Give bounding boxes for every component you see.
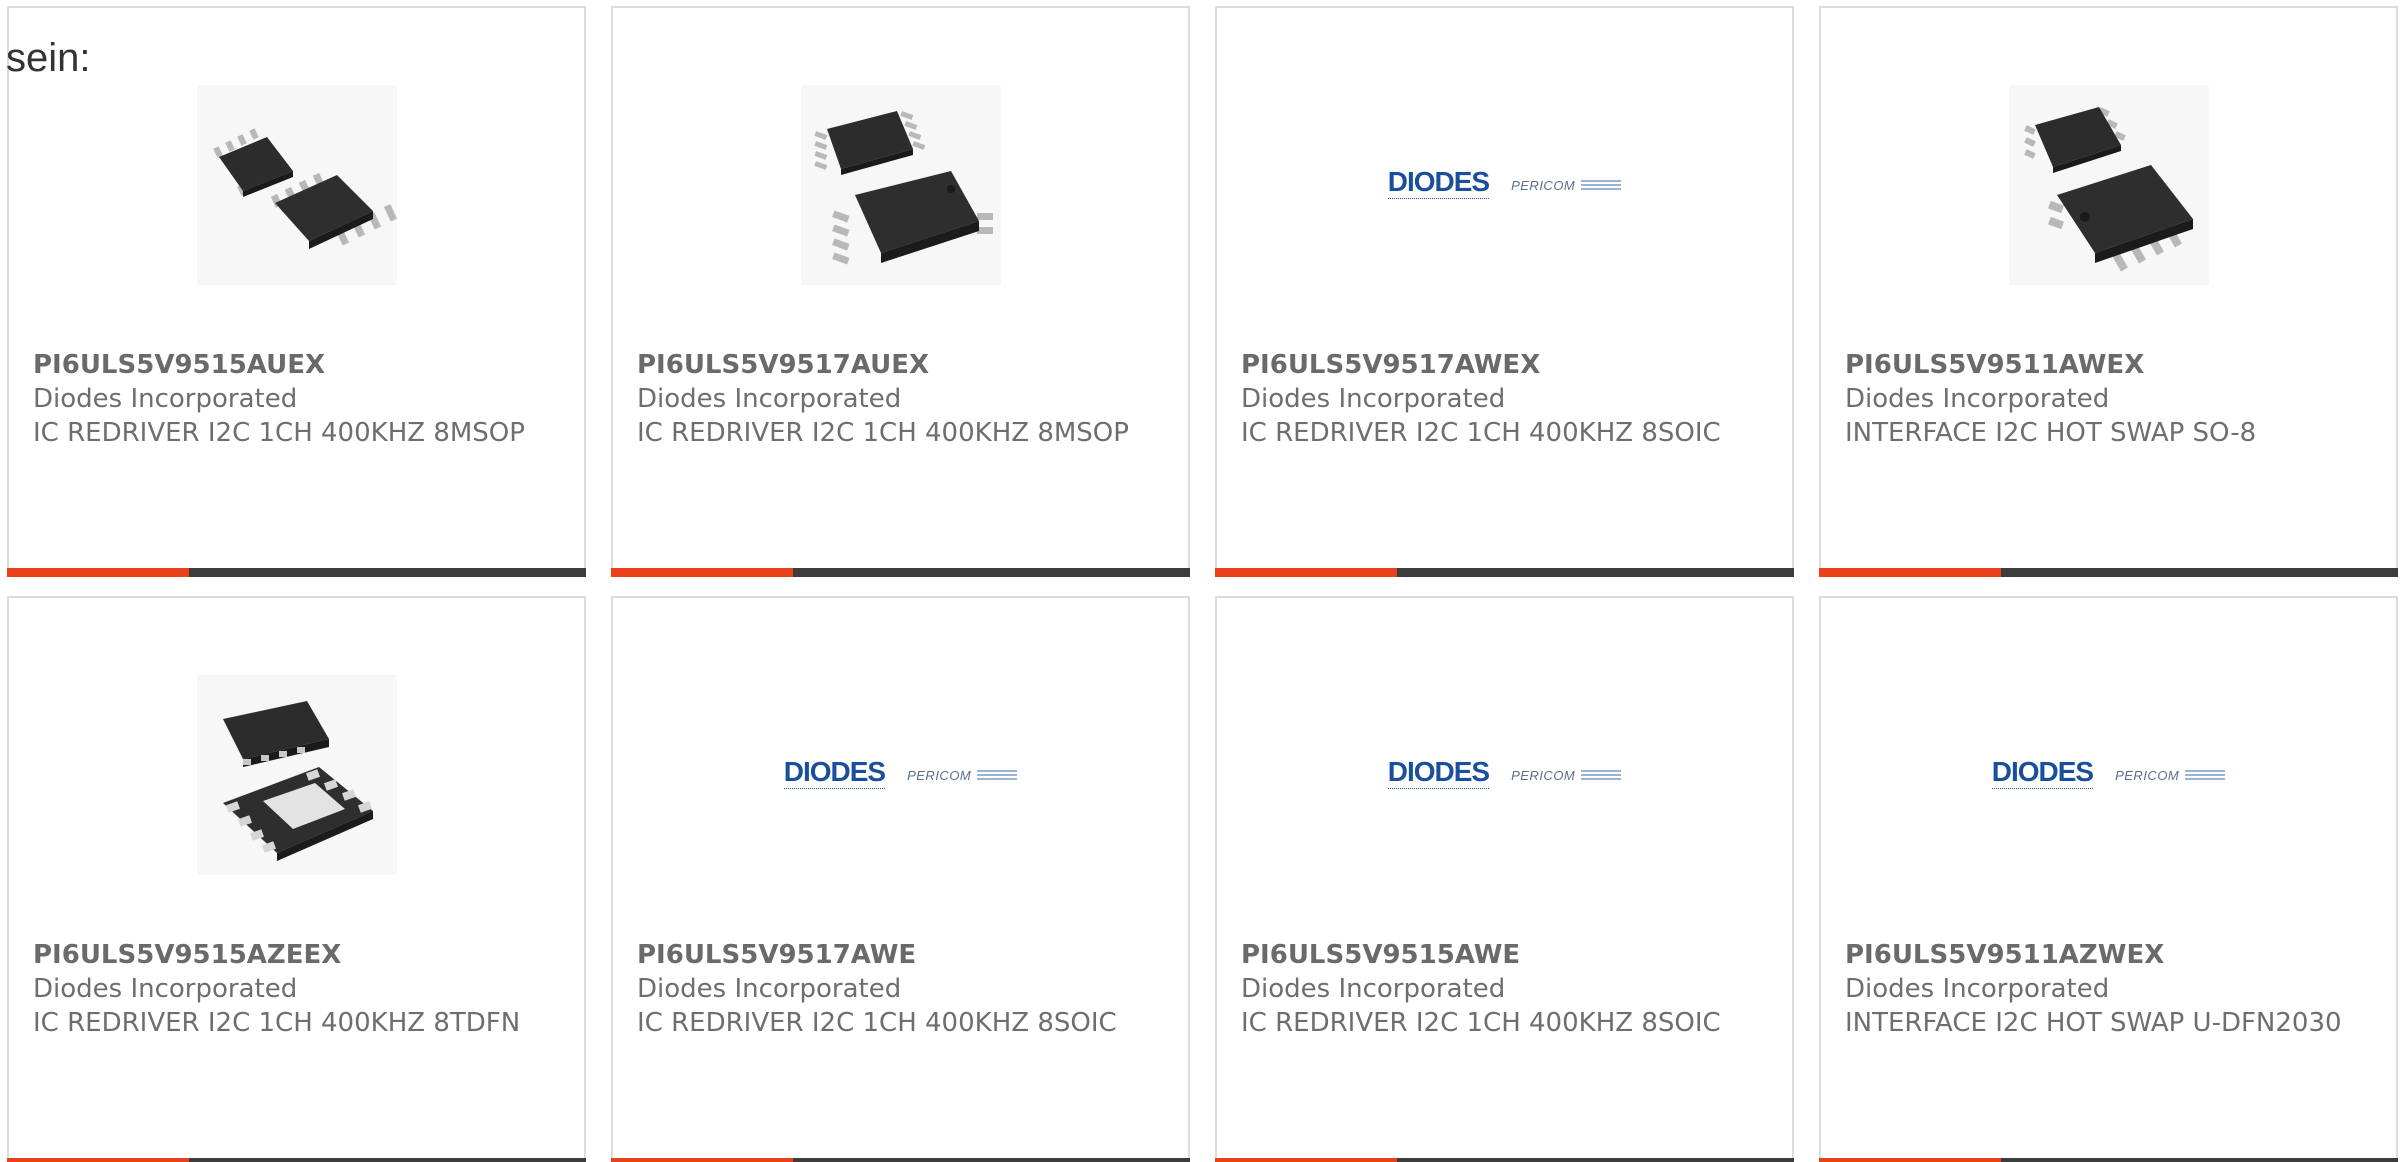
part-number[interactable]: PI6ULS5V9511AZWEX xyxy=(1845,938,2376,972)
product-image[interactable]: DIODES PERICOM xyxy=(1821,670,2396,880)
product-image[interactable]: DIODES PERICOM xyxy=(613,670,1188,880)
pericom-logo-text: PERICOM xyxy=(1511,767,1576,783)
card-bar-accent xyxy=(7,568,189,577)
pericom-logo-text: PERICOM xyxy=(2115,767,2180,783)
card-bar-accent xyxy=(1819,1158,2001,1162)
card-bar-accent xyxy=(1215,568,1397,577)
product-image[interactable] xyxy=(1821,80,2396,290)
product-image[interactable]: DIODES PERICOM xyxy=(1217,80,1792,290)
product-card[interactable]: PI6ULS5V9515AZEEX Diodes Incorporated IC… xyxy=(7,596,586,1162)
diodes-pericom-logo: DIODES PERICOM xyxy=(1387,168,1622,202)
description: IC REDRIVER I2C 1CH 400KHZ 8SOIC xyxy=(1241,1008,1721,1038)
manufacturer: Diodes Incorporated xyxy=(33,384,298,414)
description: INTERFACE I2C HOT SWAP U-DFN2030 xyxy=(1845,1008,2342,1038)
pericom-logo-text: PERICOM xyxy=(1511,177,1576,193)
tdfn-8-package-icon xyxy=(196,675,397,875)
card-bar-accent xyxy=(1215,1158,1397,1162)
product-card[interactable]: DIODES PERICOM PI6ULS5V9515AWE Diodes In… xyxy=(1215,596,1794,1162)
card-bar xyxy=(1819,1158,2398,1162)
manufacturer: Diodes Incorporated xyxy=(1241,974,1506,1004)
msop-8-package-icon xyxy=(800,85,1001,285)
product-image[interactable] xyxy=(9,80,584,290)
description: IC REDRIVER I2C 1CH 400KHZ 8MSOP xyxy=(33,418,525,448)
diodes-pericom-logo: DIODES PERICOM xyxy=(1387,758,1622,792)
diodes-logo-text: DIODES xyxy=(1991,758,2094,792)
manufacturer: Diodes Incorporated xyxy=(637,974,902,1004)
part-number[interactable]: PI6ULS5V9515AWE xyxy=(1241,938,1772,972)
product-card[interactable]: DIODES PERICOM PI6ULS5V9517AWEX Diodes I… xyxy=(1215,6,1794,577)
card-bar-accent xyxy=(611,568,793,577)
product-card[interactable]: DIODES PERICOM PI6ULS5V9517AWE Diodes In… xyxy=(611,596,1190,1162)
part-number[interactable]: PI6ULS5V9517AWE xyxy=(637,938,1168,972)
card-bar-accent xyxy=(611,1158,793,1162)
part-number[interactable]: PI6ULS5V9515AUEX xyxy=(33,348,564,382)
part-number[interactable]: PI6ULS5V9517AWEX xyxy=(1241,348,1772,382)
soic-8-package-icon xyxy=(2008,85,2209,285)
card-bar xyxy=(611,568,1190,577)
card-bar xyxy=(7,1158,586,1162)
diodes-pericom-logo: DIODES PERICOM xyxy=(783,758,1018,792)
manufacturer: Diodes Incorporated xyxy=(1241,384,1506,414)
card-bar xyxy=(1215,568,1794,577)
product-image[interactable] xyxy=(9,670,584,880)
manufacturer: Diodes Incorporated xyxy=(1845,974,2110,1004)
product-grid: PI6ULS5V9515AUEX Diodes Incorporated IC … xyxy=(0,0,2400,1162)
description: IC REDRIVER I2C 1CH 400KHZ 8MSOP xyxy=(637,418,1129,448)
card-bar-accent xyxy=(1819,568,2001,577)
product-card[interactable]: PI6ULS5V9515AUEX Diodes Incorporated IC … xyxy=(7,6,586,577)
card-bar xyxy=(7,568,586,577)
description: IC REDRIVER I2C 1CH 400KHZ 8TDFN xyxy=(33,1008,521,1038)
product-card[interactable]: PI6ULS5V9517AUEX Diodes Incorporated IC … xyxy=(611,6,1190,577)
card-bar-accent xyxy=(7,1158,189,1162)
intro-text: sein: xyxy=(6,36,91,80)
card-bar xyxy=(611,1158,1190,1162)
manufacturer: Diodes Incorporated xyxy=(1845,384,2110,414)
part-number[interactable]: PI6ULS5V9517AUEX xyxy=(637,348,1168,382)
part-number[interactable]: PI6ULS5V9515AZEEX xyxy=(33,938,564,972)
product-image[interactable]: DIODES PERICOM xyxy=(1217,670,1792,880)
product-image[interactable] xyxy=(613,80,1188,290)
manufacturer: Diodes Incorporated xyxy=(637,384,902,414)
description: INTERFACE I2C HOT SWAP SO-8 xyxy=(1845,418,2257,448)
manufacturer: Diodes Incorporated xyxy=(33,974,298,1004)
part-number[interactable]: PI6ULS5V9511AWEX xyxy=(1845,348,2376,382)
diodes-pericom-logo: DIODES PERICOM xyxy=(1991,758,2226,792)
diodes-logo-text: DIODES xyxy=(1387,168,1490,202)
diodes-logo-text: DIODES xyxy=(1387,758,1490,792)
pericom-logo-text: PERICOM xyxy=(907,767,972,783)
card-bar xyxy=(1819,568,2398,577)
product-card[interactable]: PI6ULS5V9511AWEX Diodes Incorporated INT… xyxy=(1819,6,2398,577)
msop-8-package-icon xyxy=(196,85,397,285)
description: IC REDRIVER I2C 1CH 400KHZ 8SOIC xyxy=(637,1008,1117,1038)
card-bar xyxy=(1215,1158,1794,1162)
product-card[interactable]: DIODES PERICOM PI6ULS5V9511AZWEX Diodes … xyxy=(1819,596,2398,1162)
diodes-logo-text: DIODES xyxy=(783,758,886,792)
description: IC REDRIVER I2C 1CH 400KHZ 8SOIC xyxy=(1241,418,1721,448)
